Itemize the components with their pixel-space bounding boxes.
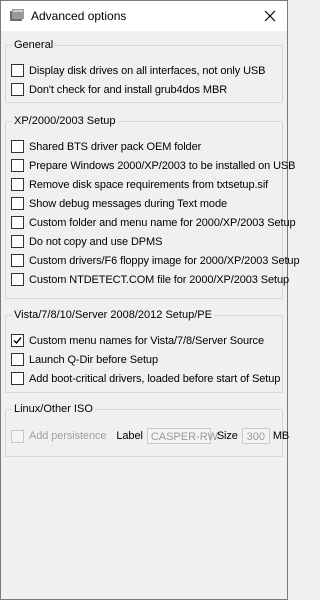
checkbox-box[interactable] — [11, 372, 24, 385]
linux-options-row: Add persistence Label CASPER-RW Size 300… — [11, 428, 289, 444]
checkbox-box[interactable] — [11, 197, 24, 210]
window-icon — [10, 9, 24, 21]
checkbox-label: Add boot-critical drivers, loaded before… — [29, 372, 281, 385]
checkbox-label: Custom folder and menu name for 2000/XP/… — [29, 216, 296, 229]
checkbox-label: Remove disk space requirements from txts… — [29, 178, 269, 191]
checkbox-box[interactable] — [11, 178, 24, 191]
group-general-legend: General — [14, 39, 54, 51]
checkbox-box[interactable] — [11, 83, 24, 96]
checkbox-box[interactable] — [11, 353, 24, 366]
persistence-size-caption: Size — [216, 430, 238, 442]
checkbox-shared-bts-driver-pack[interactable]: Shared BTS driver pack OEM folder — [11, 140, 201, 153]
advanced-options-window: Advanced options General Display disk dr… — [0, 0, 300, 600]
group-vista-setup-legend: Vista/7/8/10/Server 2008/2012 Setup/PE — [14, 309, 212, 321]
checkbox-box[interactable] — [11, 254, 24, 267]
checkbox-label: Do not copy and use DPMS — [29, 235, 163, 248]
persistence-label-field[interactable]: CASPER-RW — [146, 428, 218, 444]
checkbox-prepare-windows-usb[interactable]: Prepare Windows 2000/XP/2003 to be insta… — [11, 159, 296, 172]
checkbox-custom-folder-menu-name[interactable]: Custom folder and menu name for 2000/XP/… — [11, 216, 296, 229]
checkbox-box[interactable] — [11, 216, 24, 229]
persistence-label-caption: Label — [116, 430, 143, 442]
group-xp-setup-legend: XP/2000/2003 Setup — [14, 115, 116, 127]
persistence-size-unit: MB — [272, 430, 290, 442]
checkbox-box[interactable] — [11, 334, 24, 347]
checkbox-label: Display disk drives on all interfaces, n… — [29, 64, 266, 77]
window-title: Advanced options — [31, 9, 127, 23]
checkbox-remove-disk-space[interactable]: Remove disk space requirements from txts… — [11, 178, 268, 191]
checkbox-label: Custom menu names for Vista/7/8/Server S… — [29, 334, 264, 347]
checkbox-display-disk-drives[interactable]: Display disk drives on all interfaces, n… — [11, 64, 266, 77]
checkbox-label: Shared BTS driver pack OEM folder — [29, 140, 202, 153]
checkbox-dont-check-grub4dos[interactable]: Don't check for and install grub4dos MBR — [11, 83, 227, 96]
checkbox-do-not-copy-dpms[interactable]: Do not copy and use DPMS — [11, 235, 162, 248]
checkbox-custom-drivers-f6[interactable]: Custom drivers/F6 floppy image for 2000/… — [11, 254, 300, 267]
checkbox-label: Show debug messages during Text mode — [29, 197, 227, 210]
checkbox-custom-menu-names-vista[interactable]: Custom menu names for Vista/7/8/Server S… — [11, 334, 264, 347]
checkbox-label: Don't check for and install grub4dos MBR — [29, 83, 228, 96]
checkbox-show-debug-messages[interactable]: Show debug messages during Text mode — [11, 197, 227, 210]
group-linux-iso-legend: Linux/Other ISO — [14, 403, 93, 415]
checkbox-label: Prepare Windows 2000/XP/2003 to be insta… — [29, 159, 296, 172]
title-bar[interactable]: Advanced options — [1, 1, 287, 31]
checkbox-custom-ntdetect[interactable]: Custom NTDETECT.COM file for 2000/XP/200… — [11, 273, 289, 286]
add-persistence-checkbox[interactable] — [11, 429, 24, 443]
checkbox-box[interactable] — [11, 159, 24, 172]
checkbox-label: Custom NTDETECT.COM file for 2000/XP/200… — [29, 273, 290, 286]
checkbox-label: Custom drivers/F6 floppy image for 2000/… — [29, 254, 300, 267]
check-icon — [13, 337, 22, 345]
checkbox-box[interactable] — [11, 235, 24, 248]
close-icon[interactable] — [259, 5, 281, 27]
checkbox-box[interactable] — [11, 140, 24, 153]
checkbox-add-boot-critical-drivers[interactable]: Add boot-critical drivers, loaded before… — [11, 372, 280, 385]
checkbox-box[interactable] — [11, 273, 24, 286]
checkbox-box[interactable] — [11, 64, 24, 77]
add-persistence-label: Add persistence — [29, 430, 107, 442]
checkbox-label: Launch Q-Dir before Setup — [29, 353, 158, 366]
persistence-size-field[interactable]: 300 — [241, 428, 270, 444]
checkbox-launch-qdir[interactable]: Launch Q-Dir before Setup — [11, 353, 158, 366]
